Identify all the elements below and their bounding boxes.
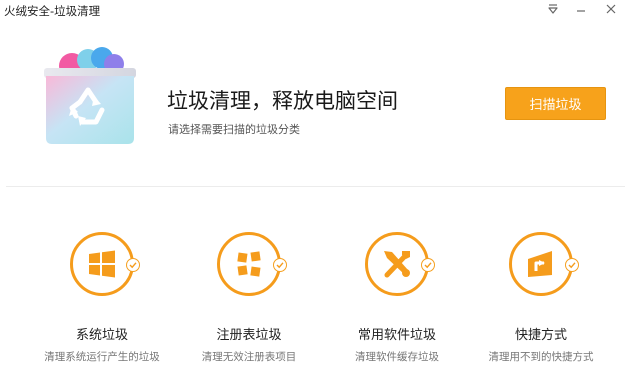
minimize-icon: [577, 10, 585, 12]
category-icon-circle: [217, 232, 281, 296]
scan-garbage-button[interactable]: 扫描垃圾: [505, 87, 606, 120]
category-title: 系统垃圾: [75, 328, 128, 343]
category-description: 清理系统运行产生的垃圾: [44, 351, 160, 363]
category-description: 清理软件缓存垃圾: [355, 351, 439, 363]
category-icon-circle: [70, 232, 134, 296]
category-title: 注册表垃圾: [216, 328, 282, 343]
recycle-bin-icon: [38, 44, 142, 150]
dropdown-menu-button[interactable]: [540, 0, 566, 18]
checkbox-checked[interactable]: [565, 258, 579, 272]
checkmark-icon: [568, 262, 576, 269]
page-headline: 垃圾清理，释放电脑空间: [167, 89, 398, 113]
category-description: 清理用不到的快捷方式: [488, 351, 594, 363]
category-description: 清理无效注册表项目: [201, 351, 297, 363]
checkmark-icon: [276, 262, 284, 269]
dropdown-menu-icon: [548, 4, 558, 14]
checkmark-icon: [424, 262, 432, 269]
windows-icon: [89, 250, 115, 278]
close-button[interactable]: [598, 0, 624, 18]
category-title: 快捷方式: [514, 328, 567, 343]
checkmark-icon: [129, 262, 137, 269]
category-icon-circle: [365, 232, 429, 296]
checkbox-checked[interactable]: [126, 258, 140, 272]
page-subheading: 请选择需要扫描的垃圾分类: [168, 123, 300, 136]
window-title: 火绒安全-垃圾清理: [4, 4, 101, 18]
software-tools-icon: [384, 251, 410, 278]
category-title: 常用软件垃圾: [357, 328, 436, 343]
divider: [6, 186, 625, 187]
shortcut-icon: [528, 251, 552, 277]
checkbox-checked[interactable]: [273, 258, 287, 272]
minimize-button[interactable]: [568, 0, 594, 18]
registry-icon: [237, 251, 261, 277]
category-icon-circle: [509, 232, 573, 296]
close-icon: [606, 4, 616, 14]
checkbox-checked[interactable]: [421, 258, 435, 272]
title-bar: 火绒安全-垃圾清理: [0, 0, 631, 22]
